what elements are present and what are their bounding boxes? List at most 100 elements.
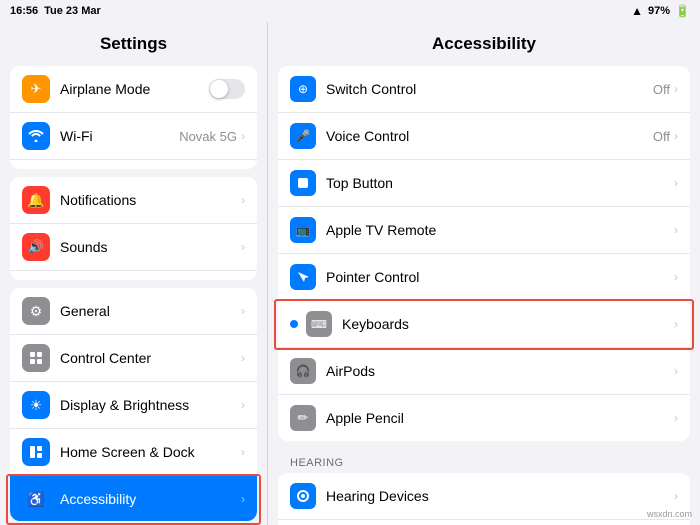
main-layout: Settings ✈ Airplane Mode Wi-Fi Novak 5G … [0,22,700,525]
keyboards-label: Keyboards [342,316,674,332]
sidebar-item-notifications[interactable]: 🔔 Notifications › [10,177,257,224]
hearing-devices-icon [290,483,316,509]
sidebar-item-sounds[interactable]: 🔊 Sounds › [10,224,257,271]
right-item-switch-control[interactable]: ⊕ Switch Control Off › [278,66,690,113]
display-brightness-label: Display & Brightness [60,397,241,413]
voice-control-value: Off [653,129,670,144]
right-panel-header: Accessibility [268,22,700,62]
control-center-chevron: › [241,351,245,365]
sounds-label: Sounds [60,239,241,255]
accessibility-label: Accessibility [60,491,241,507]
keyboards-icon: ⌨ [306,311,332,337]
notifications-chevron: › [241,193,245,207]
airplane-mode-icon: ✈ [22,75,50,103]
home-screen-chevron: › [241,445,245,459]
right-section-motor: ⊕ Switch Control Off › 🎤 Voice Control O… [278,66,690,441]
sidebar-section-notifications: 🔔 Notifications › 🔊 Sounds › 🌙 Do Not Di… [10,177,257,280]
hearing-section-label: HEARING [278,449,690,473]
right-item-keyboards[interactable]: ⌨ Keyboards › [278,301,690,348]
sidebar-section-connectivity: ✈ Airplane Mode Wi-Fi Novak 5G › ⚡ Bluet… [10,66,257,169]
apple-pencil-right-icon: ✏ [290,405,316,431]
pointer-control-label: Pointer Control [326,269,674,285]
status-date: Tue 23 Mar [44,5,101,17]
top-button-icon [290,170,316,196]
accessibility-chevron: › [241,492,245,506]
airplane-mode-toggle[interactable] [209,79,245,99]
keyboards-selected-dot [290,320,298,328]
apple-tv-remote-chevron: › [674,223,678,237]
status-icons: ▲ 97% 🔋 [631,4,690,18]
sidebar-item-home-screen[interactable]: Home Screen & Dock › [10,429,257,476]
sounds-icon: 🔊 [22,233,50,261]
sidebar-item-wifi[interactable]: Wi-Fi Novak 5G › [10,113,257,160]
general-icon: ⚙ [22,297,50,325]
apple-pencil-right-label: Apple Pencil [326,410,674,426]
display-brightness-icon: ☀ [22,391,50,419]
pointer-control-chevron: › [674,270,678,284]
right-item-pointer-control[interactable]: Pointer Control › [278,254,690,301]
right-panel: Accessibility ⊕ Switch Control Off › 🎤 V… [268,22,700,525]
home-screen-icon [22,438,50,466]
status-bar: 16:56 Tue 23 Mar ▲ 97% 🔋 [0,0,700,22]
general-chevron: › [241,304,245,318]
control-center-icon [22,344,50,372]
sidebar-section-system: ⚙ General › Control Center › ☀ Display &… [10,288,257,521]
sidebar: Settings ✈ Airplane Mode Wi-Fi Novak 5G … [0,22,268,525]
right-item-apple-tv-remote[interactable]: 📺 Apple TV Remote › [278,207,690,254]
notifications-icon: 🔔 [22,186,50,214]
apple-tv-remote-label: Apple TV Remote [326,222,674,238]
sidebar-item-general[interactable]: ⚙ General › [10,288,257,335]
watermark: wsxdn.com [647,509,692,519]
wifi-value: Novak 5G [179,129,237,144]
hearing-devices-chevron: › [674,489,678,503]
switch-control-value: Off [653,82,670,97]
airpods-icon: 🎧 [290,358,316,384]
wifi-label: Wi-Fi [60,128,179,144]
top-button-label: Top Button [326,175,674,191]
sidebar-item-do-not-disturb[interactable]: 🌙 Do Not Disturb › [10,271,257,280]
sidebar-header: Settings [0,22,267,62]
battery-percent: 97% [648,5,670,17]
sidebar-item-control-center[interactable]: Control Center › [10,335,257,382]
home-screen-label: Home Screen & Dock [60,444,241,460]
sidebar-item-display-brightness[interactable]: ☀ Display & Brightness › [10,382,257,429]
right-item-hearing-devices[interactable]: Hearing Devices › [278,473,690,520]
apple-pencil-right-chevron: › [674,411,678,425]
airpods-label: AirPods [326,363,674,379]
airplane-mode-label: Airplane Mode [60,81,209,97]
wifi-status-icon: ▲ [631,4,643,18]
keyboards-chevron: › [674,317,678,331]
right-item-top-button[interactable]: Top Button › [278,160,690,207]
pointer-control-icon [290,264,316,290]
battery-icon: 🔋 [675,4,690,18]
hearing-devices-label: Hearing Devices [326,488,674,504]
right-section-hearing: Hearing Devices › 🔊 Sound Recognition Of… [278,473,690,525]
sounds-chevron: › [241,240,245,254]
right-item-airpods[interactable]: 🎧 AirPods › [278,348,690,395]
top-button-chevron: › [674,176,678,190]
notifications-label: Notifications [60,192,241,208]
wifi-icon [22,122,50,150]
status-time: 16:56 [10,5,38,17]
right-item-voice-control[interactable]: 🎤 Voice Control Off › [278,113,690,160]
right-item-apple-pencil-right[interactable]: ✏ Apple Pencil › [278,395,690,441]
hearing-section-label-container: HEARING [278,449,690,473]
sidebar-item-accessibility[interactable]: ♿ Accessibility › [10,476,257,521]
voice-control-icon: 🎤 [290,123,316,149]
apple-tv-remote-icon: 📺 [290,217,316,243]
general-label: General [60,303,241,319]
accessibility-icon: ♿ [22,485,50,513]
sidebar-item-bluetooth[interactable]: ⚡ Bluetooth On › [10,160,257,169]
switch-control-label: Switch Control [326,81,653,97]
voice-control-chevron: › [674,129,678,143]
airpods-chevron: › [674,364,678,378]
control-center-label: Control Center [60,350,241,366]
right-item-sound-recognition[interactable]: 🔊 Sound Recognition Off › [278,520,690,525]
right-panel-content: ⊕ Switch Control Off › 🎤 Voice Control O… [268,62,700,525]
wifi-chevron: › [241,129,245,143]
sidebar-item-airplane-mode[interactable]: ✈ Airplane Mode [10,66,257,113]
switch-control-icon: ⊕ [290,76,316,102]
display-brightness-chevron: › [241,398,245,412]
voice-control-label: Voice Control [326,128,653,144]
switch-control-chevron: › [674,82,678,96]
